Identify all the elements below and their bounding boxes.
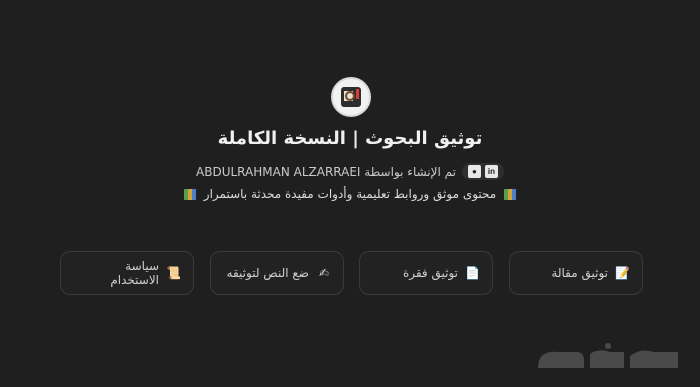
books-icon <box>504 189 517 200</box>
avatar <box>331 77 371 117</box>
card-paragraph-citation[interactable]: 📄 توثيق فقرة <box>359 251 493 295</box>
social-links: in ● <box>461 163 504 180</box>
card-label: ضع النص لتوثيقه <box>226 266 309 280</box>
writing-hand-icon: ✍ <box>318 266 330 280</box>
card-article-citation[interactable]: 📝 توثيق مقالة <box>509 251 643 295</box>
page-title: توثيق البحوث | النسخة الكاملة <box>217 128 483 149</box>
card-paste-text[interactable]: ✍ ضع النص لتوثيقه <box>210 251 344 295</box>
card-usage-policy[interactable]: 📜 سياسة الاستخدام <box>60 251 194 295</box>
books-icon <box>183 189 196 200</box>
linkedin-icon[interactable]: in <box>484 165 498 178</box>
card-label: سياسة الاستخدام <box>110 259 159 287</box>
tagline: محتوى موثق وروابط تعليمية وأدوات مفيدة م… <box>0 187 700 201</box>
author-credit: in ● تم الإنشاء بواسطة ABDULRAHMAN ALZAR… <box>0 163 700 180</box>
document-search-icon <box>341 87 361 107</box>
card-label: توثيق مقالة <box>551 266 608 280</box>
haraj-watermark <box>538 343 678 368</box>
scroll-icon: 📜 <box>166 266 181 280</box>
github-icon[interactable]: ● <box>467 165 481 178</box>
memo-icon: 📝 <box>615 266 630 280</box>
author-text: تم الإنشاء بواسطة ABDULRAHMAN ALZARRAEI <box>196 164 456 179</box>
tagline-text: محتوى موثق وروابط تعليمية وأدوات مفيدة م… <box>203 187 497 201</box>
card-label: توثيق فقرة <box>402 266 458 280</box>
page-icon: 📄 <box>465 266 480 280</box>
